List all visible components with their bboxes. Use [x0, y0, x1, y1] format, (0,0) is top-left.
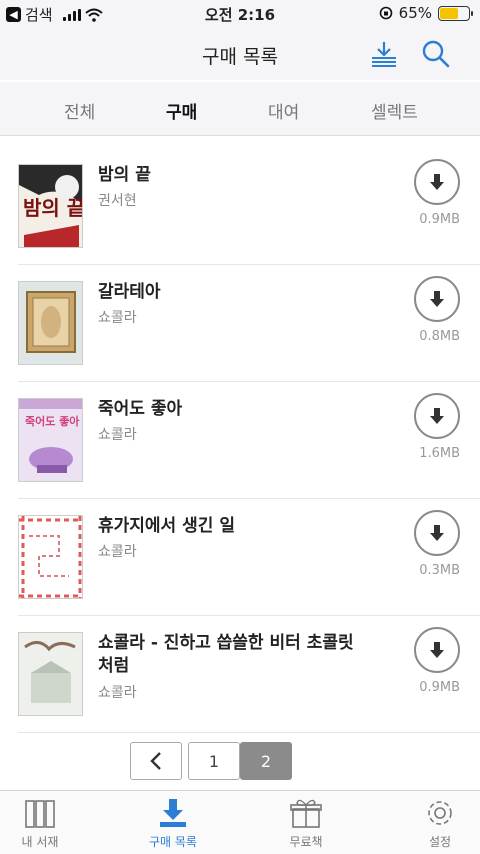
tab-rental[interactable]: 대여 [268, 98, 299, 123]
book-title: 죽어도 좋아 [98, 399, 183, 419]
file-size: 1.6MB [419, 446, 460, 461]
book-author: 쇼콜라 [98, 544, 137, 560]
page-numbers: 1 2 [188, 742, 292, 780]
bottom-tab-label: 구매 목록 [149, 835, 197, 849]
gift-icon [290, 799, 322, 828]
search-icon[interactable] [420, 38, 452, 70]
bookshelf-icon [25, 800, 55, 828]
book-title: 밤의 끝 [98, 165, 151, 185]
cover-title-text: 밤의 끝 [23, 196, 83, 220]
tab-all[interactable]: 전체 [64, 98, 95, 123]
file-size: 0.3MB [419, 563, 460, 578]
file-size: 0.9MB [419, 212, 460, 227]
status-right: 65% [379, 4, 473, 22]
bottom-tab-library[interactable]: 내 서재 [0, 797, 100, 850]
book-title: 휴가지에서 생긴 일 [98, 516, 235, 536]
book-author: 쇼콜라 [98, 685, 137, 701]
battery-icon [438, 5, 473, 21]
bottom-tab-bar: 내 서재 구매 목록 무료책 설정 [0, 790, 480, 854]
cover-art-night-end: 밤의 끝 [19, 165, 83, 247]
book-cover[interactable]: 죽어도 좋아 [18, 398, 83, 482]
pagination: 1 2 [130, 742, 292, 780]
book-title: 갈라테아 [98, 282, 161, 302]
download-button[interactable] [414, 510, 460, 556]
download-arrow-icon [430, 642, 444, 658]
book-cover[interactable] [18, 632, 83, 716]
download-button[interactable] [414, 393, 460, 439]
bottom-tab-label: 내 서재 [21, 835, 59, 849]
list-item[interactable]: 휴가지에서 생긴 일 쇼콜라 0.3MB [18, 499, 480, 616]
bottom-tab-settings[interactable]: 설정 [380, 797, 480, 850]
download-button[interactable] [414, 159, 460, 205]
filter-tabs: 전체 구매 대여 셀렉트 [0, 82, 480, 136]
download-arrow-icon [430, 525, 444, 541]
book-cover[interactable] [18, 281, 83, 365]
file-size: 0.9MB [419, 680, 460, 695]
download-tray-icon [160, 799, 186, 827]
book-author: 쇼콜라 [98, 310, 137, 326]
book-title: 쇼콜라 - 진하고 씁쓸한 비터 초콜릿 처럼 [98, 633, 354, 676]
download-all-icon[interactable] [368, 38, 400, 70]
cover-art-vacation [19, 516, 82, 598]
cover-art-good-to-die: 죽어도 좋아 [19, 399, 82, 481]
page-title: 구매 목록 [202, 46, 278, 68]
chevron-left-icon [150, 752, 161, 770]
download-arrow-icon [430, 174, 444, 190]
nav-header: 구매 목록 [0, 28, 480, 80]
cover-art-chocola [19, 633, 82, 715]
battery-percent: 65% [398, 4, 432, 22]
bottom-tab-label: 설정 [428, 835, 452, 849]
book-cover[interactable]: 밤의 끝 [18, 164, 83, 248]
book-author: 권서현 [98, 193, 137, 209]
list-item[interactable]: 쇼콜라 - 진하고 씁쓸한 비터 초콜릿 처럼 쇼콜라 0.9MB [18, 616, 480, 733]
gear-icon [428, 801, 452, 825]
prev-page-button[interactable] [130, 742, 182, 780]
status-bar: ◀ 검색 오전 2:16 65% [0, 0, 480, 28]
download-arrow-icon [430, 408, 444, 424]
book-cover[interactable] [18, 515, 83, 599]
battery-fill [440, 7, 459, 19]
bottom-tab-purchases[interactable]: 구매 목록 [113, 797, 233, 850]
list-item[interactable]: 죽어도 좋아 죽어도 좋아 쇼콜라 1.6MB [18, 382, 480, 499]
page-button-1[interactable]: 1 [188, 742, 240, 780]
book-list: 밤의 끝 밤의 끝 권서현 0.9MB 갈라테아 쇼콜라 0.8MB 죽어도 좋… [0, 148, 480, 733]
list-item[interactable]: 밤의 끝 밤의 끝 권서현 0.9MB [18, 148, 480, 265]
orientation-lock-icon [379, 6, 392, 20]
page-button-2[interactable]: 2 [240, 742, 292, 780]
file-size: 0.8MB [419, 329, 460, 344]
bottom-tab-label: 무료책 [289, 835, 323, 849]
download-arrow-icon [430, 291, 444, 307]
download-button[interactable] [414, 276, 460, 322]
book-author: 쇼콜라 [98, 427, 137, 443]
download-button[interactable] [414, 627, 460, 673]
tab-select[interactable]: 셀렉트 [371, 98, 418, 123]
bottom-tab-free[interactable]: 무료책 [246, 797, 366, 850]
cover-art-galatea [19, 282, 82, 364]
cover-title-text: 죽어도 좋아 [25, 414, 80, 428]
list-item[interactable]: 갈라테아 쇼콜라 0.8MB [18, 265, 480, 382]
tab-purchase[interactable]: 구매 [166, 98, 197, 123]
